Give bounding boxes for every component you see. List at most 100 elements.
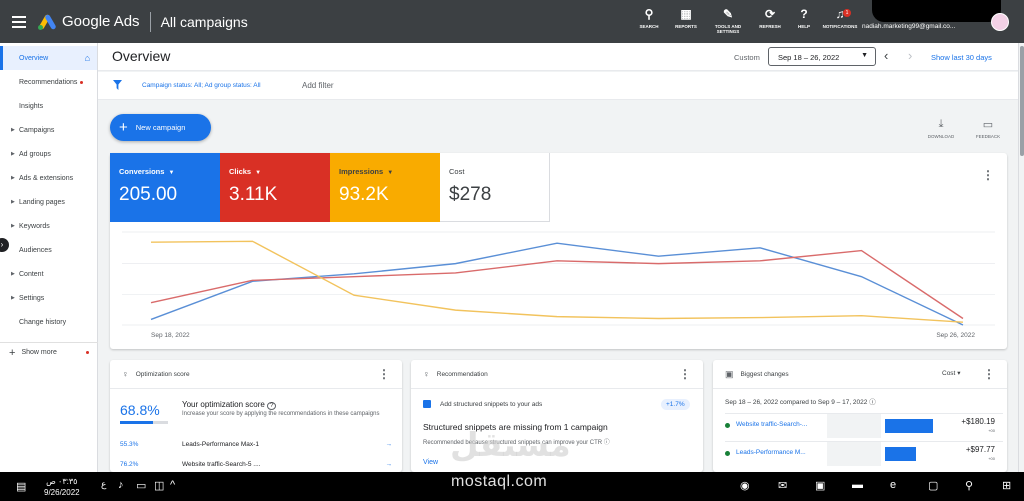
lightbulb-icon: ♀ xyxy=(423,369,430,379)
wrench-icon: ✎ xyxy=(722,7,734,21)
redacted-area xyxy=(872,0,1001,22)
chrome-icon[interactable]: ◉ xyxy=(740,479,750,492)
expand-arrow-icon: ▶ xyxy=(11,271,15,277)
language-indicator[interactable]: ع xyxy=(101,479,106,490)
action-center-icon[interactable]: ▤ xyxy=(16,480,26,493)
metric-clicks[interactable]: Clicks ▼ 3.11K xyxy=(220,153,330,222)
help-icon: ⓘ xyxy=(603,440,610,446)
help-button[interactable]: ? HELP xyxy=(784,7,824,30)
sidebar-item-ad-groups[interactable]: ▶ Ad groups xyxy=(0,142,97,166)
sidebar-item-overview[interactable]: Overview ⌂ xyxy=(0,46,97,70)
metric-cost[interactable]: Cost $278 xyxy=(440,153,550,222)
date-range-picker[interactable]: Sep 18 – 26, 2022 ▼ xyxy=(768,47,876,66)
optimization-score-card: ♀ Optimization score ⋮ 68.8% Your optimiz… xyxy=(110,360,402,472)
task-view-icon[interactable]: ▢ xyxy=(928,479,938,492)
metric-select[interactable]: Cost ▾ xyxy=(942,369,960,377)
sidebar-item-audiences[interactable]: Audiences xyxy=(0,238,97,262)
expand-arrow-icon: ▶ xyxy=(11,175,15,181)
sidebar-item-landing-pages[interactable]: ▶ Landing pages xyxy=(0,190,97,214)
avatar[interactable] xyxy=(991,13,1009,31)
watermark-text: mostaql.com xyxy=(451,473,548,490)
list-item[interactable]: 55.3% Leads-Performance Max-1 → xyxy=(120,441,392,453)
edge-icon[interactable]: e xyxy=(890,479,896,491)
chevron-right-icon[interactable]: › xyxy=(908,48,912,63)
metric-conversions[interactable]: Conversions ▼ 205.00 xyxy=(110,153,220,222)
store-icon[interactable]: ▣ xyxy=(815,479,825,492)
reports-icon: ▦ xyxy=(680,7,692,21)
windows-taskbar: ▤ ٠٣:٣٥ ص 9/26/2022 ع ♪ ▭ ◫ ^ ◉ ✉ ▣ ▬ e ▢… xyxy=(0,472,1024,501)
more-options-icon[interactable]: ⋮ xyxy=(983,368,995,380)
dropdown-arrow-icon: ▾ xyxy=(957,370,961,377)
status-enabled-icon xyxy=(725,451,730,456)
network-icon[interactable]: ◫ xyxy=(154,479,164,492)
metric-value: 93.2K xyxy=(339,184,389,205)
metric-value: 205.00 xyxy=(119,184,178,205)
more-options-icon[interactable]: ⋮ xyxy=(679,368,691,380)
sidebar-item-settings[interactable]: ▶ Settings xyxy=(0,286,97,310)
search-icon: ⚲ xyxy=(644,7,654,21)
download-button[interactable]: ⤓ DOWNLOAD xyxy=(925,118,957,139)
sidebar-item-campaigns[interactable]: ▶ Campaigns xyxy=(0,118,97,142)
comparison-subtitle: Sep 18 – 26, 2022 compared to Sep 9 – 17… xyxy=(725,399,876,406)
page-title: Overview xyxy=(112,48,171,64)
reports-tool-button[interactable]: ▦ REPORTS xyxy=(666,7,706,30)
chevron-left-icon[interactable]: ‹ xyxy=(884,48,888,63)
performance-line-chart: Sep 18, 2022 Sep 26, 2022 xyxy=(122,231,995,339)
volume-icon[interactable]: ♪ xyxy=(118,479,124,491)
menu-icon[interactable] xyxy=(12,15,26,28)
dropdown-arrow-icon: ▼ xyxy=(387,170,394,176)
clock[interactable]: ٠٣:٣٥ ص 9/26/2022 xyxy=(44,476,80,498)
add-filter-button[interactable]: Add filter xyxy=(302,81,334,90)
arrow-right-icon: → xyxy=(385,461,393,468)
metric-value: $278 xyxy=(449,184,492,205)
show-last-30-days-link[interactable]: Show last 30 days xyxy=(931,53,992,62)
sidebar-item-ads-extensions[interactable]: ▶ Ads & extensions xyxy=(0,166,97,190)
status-filter[interactable]: Campaign status: All; Ad group status: A… xyxy=(142,82,261,89)
scrollbar[interactable] xyxy=(1018,43,1024,472)
help-icon: ? xyxy=(800,7,808,21)
metric-value: 3.11K xyxy=(229,184,278,205)
dropdown-arrow-icon: ▼ xyxy=(255,170,262,176)
top-bar: Google Ads All campaigns xyxy=(0,0,1024,43)
search-icon[interactable]: ⚲ xyxy=(965,479,973,492)
list-item[interactable]: 76.2% Website traffic-Search-5 .... → xyxy=(120,461,392,472)
sidebar-item-recommendations[interactable]: Recommendations xyxy=(0,70,97,94)
refresh-icon: ⟳ xyxy=(764,7,776,21)
chevron-up-icon[interactable]: ^ xyxy=(170,479,175,491)
folder-icon[interactable]: ▬ xyxy=(852,479,863,491)
more-options-icon[interactable]: ⋮ xyxy=(982,169,994,181)
alert-dot-icon xyxy=(80,80,84,84)
optimization-description: Increase your score by applying the reco… xyxy=(182,411,380,417)
show-more-button[interactable]: + Show more xyxy=(0,342,98,362)
sidebar-item-content[interactable]: ▶ Content xyxy=(0,262,97,286)
status-enabled-icon xyxy=(725,423,730,428)
search-tool-button[interactable]: ⚲ SEARCH xyxy=(629,7,669,30)
expand-arrow-icon: ▶ xyxy=(11,295,15,301)
custom-label: Custom xyxy=(734,53,760,62)
tools-settings-button[interactable]: ✎ TOOLS AND SETTINGS xyxy=(708,7,748,35)
uplift-badge: +1.7% xyxy=(661,399,690,410)
sidebar-item-keywords[interactable]: ▶ Keywords xyxy=(0,214,97,238)
mail-icon[interactable]: ✉ xyxy=(778,479,787,492)
dropdown-arrow-icon: ▼ xyxy=(168,170,175,176)
metric-impressions[interactable]: Impressions ▼ 93.2K xyxy=(330,153,440,222)
new-campaign-button[interactable]: + New campaign xyxy=(110,114,211,141)
dropdown-arrow-icon: ▼ xyxy=(861,52,868,59)
sidebar-item-change-history[interactable]: Change history xyxy=(0,310,97,334)
expand-arrow-icon: ▶ xyxy=(11,223,15,229)
filter-icon[interactable] xyxy=(113,80,122,90)
campaign-scope-title[interactable]: All campaigns xyxy=(161,14,248,30)
more-options-icon[interactable]: ⋮ xyxy=(378,368,390,380)
view-link[interactable]: View xyxy=(423,459,438,466)
google-ads-logo-icon[interactable] xyxy=(38,13,57,30)
battery-icon[interactable]: ▭ xyxy=(136,479,146,492)
sidebar-item-insights[interactable]: Insights xyxy=(0,94,97,118)
start-icon[interactable]: ⊞ xyxy=(1002,479,1011,492)
series-line-clicks xyxy=(150,249,964,320)
account-email[interactable]: nadiah.marketing99@gmail.co... xyxy=(862,23,955,30)
table-row[interactable]: Leads-Performance M... +$97.77 +00 xyxy=(725,441,1003,466)
table-row[interactable]: Website traffic-Search-... +$180.19 +00 xyxy=(725,413,1003,438)
notifications-button[interactable]: ♫ NOTIFICATIONS xyxy=(820,8,860,30)
plus-icon: + xyxy=(119,118,128,136)
feedback-button[interactable]: ▭ FEEDBACK xyxy=(972,118,1004,139)
